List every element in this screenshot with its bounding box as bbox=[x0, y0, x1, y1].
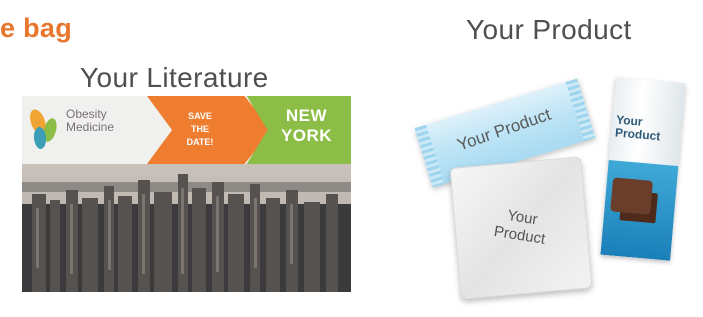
section-heading: e bag bbox=[0, 13, 73, 43]
logo-line-2: Medicine bbox=[66, 120, 115, 134]
chocolate-image bbox=[610, 177, 653, 215]
literature-label: Your Literature bbox=[80, 62, 269, 93]
save-line-3: DATE! bbox=[186, 137, 214, 147]
save-line-2: THE bbox=[191, 124, 209, 134]
flyer-city: NEW YORK bbox=[280, 106, 333, 145]
save-line-1: SAVE bbox=[188, 111, 212, 121]
literature-flyer-image: Obesity Medicine SAVE THE DATE! NEW YORK bbox=[22, 96, 351, 292]
products-image: Your Product Your Product Your Product bbox=[380, 40, 703, 317]
city-skyline-image bbox=[22, 164, 351, 292]
leaf-logo-icon bbox=[30, 109, 57, 149]
pouch-line-2: Product bbox=[492, 222, 547, 248]
carton-text: Your Product bbox=[614, 113, 685, 145]
carton-line-2: Product bbox=[614, 125, 661, 144]
carton-product: Your Product bbox=[600, 77, 686, 261]
logo-line-1: Obesity bbox=[66, 107, 107, 121]
save-the-date-text: SAVE THE DATE! bbox=[172, 110, 228, 149]
pouch-product: Your Product bbox=[449, 156, 593, 300]
pouch-text: Your Product bbox=[474, 202, 569, 252]
flyer-logo-text: Obesity Medicine bbox=[66, 108, 114, 134]
